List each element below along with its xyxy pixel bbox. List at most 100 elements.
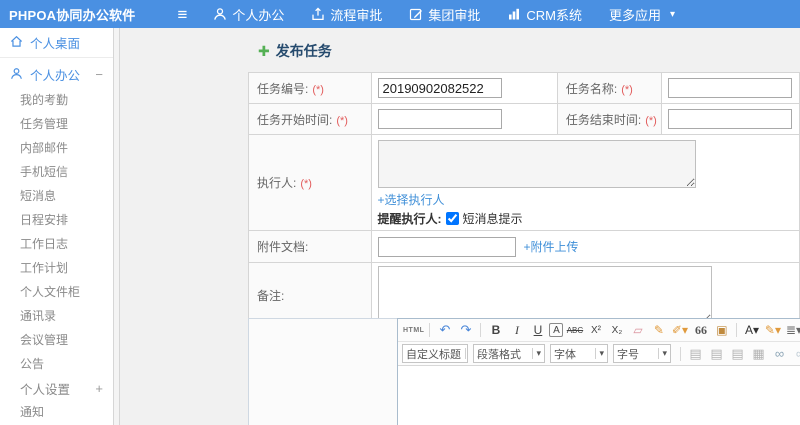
sidebar-item-desktop[interactable]: 个人桌面 [0,28,113,58]
unlink-icon[interactable]: ∞ [791,345,800,363]
task-name-input[interactable] [667,78,792,98]
nav-group-approval[interactable]: 集团审批 [409,5,480,24]
person-icon [213,7,227,21]
sidebar-item-settings[interactable]: 个人设置 + [0,376,113,400]
html-source-icon[interactable]: HTML [403,321,424,339]
align-right-icon[interactable]: ▤ [728,345,747,363]
paragraph-format-select[interactable]: 段落格式 ▾ [473,344,545,363]
sidebar-item-notice[interactable]: 通知 [0,400,113,424]
sidebar-item-meeting[interactable]: 会议管理 [0,328,113,352]
editor-label-cell [248,318,397,425]
nav-label: 集团审批 [428,7,481,23]
collapse-minus-icon[interactable]: − [95,67,103,82]
strikethrough-icon[interactable]: ABC [565,321,584,339]
task-number-input[interactable] [377,78,502,98]
required-marker: (*) [645,114,657,127]
nav-label: 更多应用 [609,7,662,23]
sidebar-scrollbar[interactable] [113,28,120,425]
end-time-label: 任务结束时间: (*) [556,103,662,135]
align-justify-icon[interactable]: ▦ [749,345,768,363]
sidebar-item-schedule[interactable]: 日程安排 [0,208,113,232]
person-icon [10,67,23,83]
nav-label: 个人办公 [232,7,285,23]
sms-remind-checkbox[interactable] [445,212,459,225]
sidebar-item-label: 个人设置 [20,382,71,397]
phpoa-app: PHPOA协同办公软件 ≡ 个人办公 流程审批 集团审批 CRM系统 更多应用 … [0,0,800,425]
export-arrow-icon [311,7,325,21]
sidebar-item-contacts[interactable]: 通讯录 [0,304,113,328]
table-row: 执行人: (*) +选择执行人 提醒执行人: 短消息提示 [248,134,800,231]
sidebar-item-announcement[interactable]: 公告 [0,352,113,376]
toolbar-separator [429,323,431,337]
add-icon: ✚ [258,43,270,59]
attachment-input[interactable] [377,236,516,257]
table-row: 任务编号:(*) 任务名称:(*) [248,72,800,104]
remove-format-icon[interactable]: ▱ [628,321,647,339]
editor-content-area[interactable] [398,366,800,425]
paint-format-icon[interactable]: ✐▾ [670,321,689,339]
align-left-icon[interactable]: ▤ [686,345,705,363]
start-time-input[interactable] [377,109,502,129]
required-marker: (*) [336,114,348,127]
toolbar-separator [680,346,681,361]
underline-icon[interactable]: U [528,321,547,339]
remark-textarea[interactable] [377,266,712,324]
toolbar-separator [736,323,738,337]
sidebar-item-internal-mail[interactable]: 内部邮件 [0,136,113,160]
toolbar-separator [480,323,482,337]
sidebar-item-task-management[interactable]: 任务管理 [0,112,113,136]
page-title: ✚ 发布任务 [258,41,332,61]
caret-down-icon: ▾ [670,8,676,20]
undo-icon[interactable]: ↶ [435,321,454,339]
nav-label: 流程审批 [330,7,383,23]
font-color-icon[interactable]: A▾ [742,321,761,339]
sidebar-item-short-message[interactable]: 短消息 [0,184,113,208]
hamburger-menu-icon[interactable]: ≡ [177,6,187,23]
table-row: 任务开始时间: (*) 任务结束时间: (*) [248,103,800,135]
font-style-icon[interactable]: A [549,323,564,337]
link-icon[interactable]: ∞ [770,345,789,363]
end-time-input[interactable] [667,109,792,129]
publish-task-form: 任务编号:(*) 任务名称:(*) 任务开始时间:(*) 任务结束时间:(*) … [248,72,800,328]
sidebar-item-work-log[interactable]: 工作日志 [0,232,113,256]
executor-textarea[interactable] [377,140,696,188]
sidebar-item-work-plan[interactable]: 工作计划 [0,256,113,280]
editor-toolbar-row1: HTML ↶ ↷ B I U A ABC X² X₂ ▱ ✎ ✐▾ 66 ▣ A… [398,319,800,342]
sidebar-item-file-cabinet[interactable]: 个人文件柜 [0,280,113,304]
required-marker: (*) [621,83,633,96]
nav-more-apps[interactable]: 更多应用 ▾ [609,5,675,24]
ordered-list-icon[interactable]: ≣▾ [784,321,800,339]
font-family-select[interactable]: 字体 ▾ [550,344,608,363]
bold-icon[interactable]: B [486,321,505,339]
topbar: PHPOA协同办公软件 ≡ 个人办公 流程审批 集团审批 CRM系统 更多应用 … [0,0,800,28]
superscript-icon[interactable]: X² [586,321,605,339]
font-size-select[interactable]: 字号 ▾ [613,344,671,363]
bar-chart-icon [507,7,521,21]
required-marker: (*) [312,83,324,96]
nav-personal-office[interactable]: 个人办公 [213,5,284,24]
align-center-icon[interactable]: ▤ [707,345,726,363]
expand-plus-icon[interactable]: + [95,381,103,396]
task-name-label: 任务名称: (*) [556,72,662,104]
task-number-label: 任务编号: (*) [248,72,372,104]
nav-process-approval[interactable]: 流程审批 [311,5,382,24]
sms-remind-label: 短消息提示 [462,212,523,226]
custom-title-select[interactable]: 自定义标题▾ [402,344,468,363]
rich-text-editor: HTML ↶ ↷ B I U A ABC X² X₂ ▱ ✎ ✐▾ 66 ▣ A… [397,318,800,425]
editor-toolbar-row2: 自定义标题▾ 段落格式▾ 字体▾ 字号▾ ▤ ▤ ▤ ▦ ∞ ∞ [398,342,800,366]
highlight-icon[interactable]: ✎▾ [763,321,782,339]
nav-crm-system[interactable]: CRM系统 [507,5,582,24]
sidebar-item-mobile-sms[interactable]: 手机短信 [0,160,113,184]
select-executor-link[interactable]: +选择执行人 [378,193,445,207]
italic-icon[interactable]: I [507,321,526,339]
paste-icon[interactable]: ▣ [712,321,731,339]
redo-icon[interactable]: ↷ [456,321,475,339]
format-brush-icon[interactable]: ✎ [649,321,668,339]
sidebar-item-attendance[interactable]: 我的考勤 [0,88,113,112]
sidebar-item-label: 个人办公 [30,69,81,83]
attachment-upload-link[interactable]: +附件上传 [524,238,579,255]
caret-down-icon: ▾ [595,348,604,359]
blockquote-icon[interactable]: 66 [691,321,710,339]
sidebar-item-office[interactable]: 个人办公 − [0,61,113,88]
subscript-icon[interactable]: X₂ [607,321,626,339]
